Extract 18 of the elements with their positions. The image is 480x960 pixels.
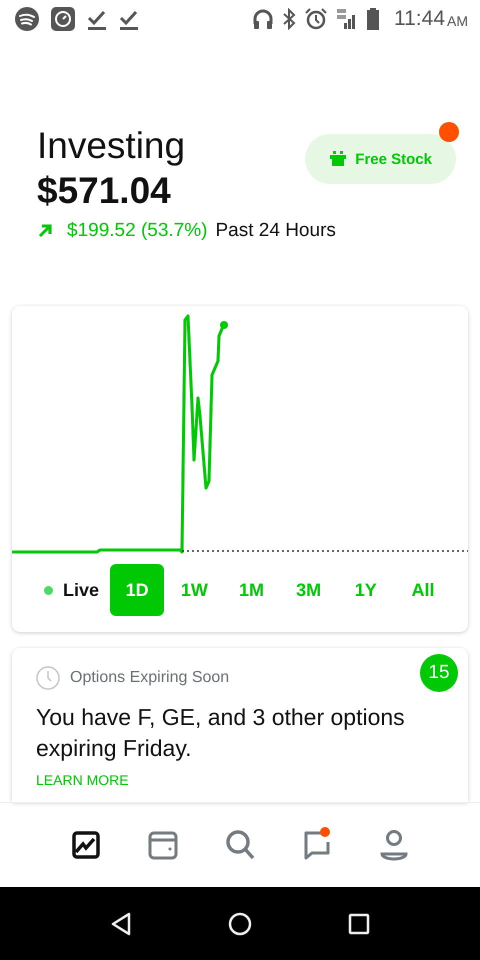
range-tab[interactable]: All <box>396 564 450 616</box>
range-tab[interactable]: 1D <box>110 564 164 616</box>
range-tab[interactable]: 3M <box>282 564 336 616</box>
range-tab[interactable]: 1M <box>224 564 278 616</box>
page-title: Investing <box>37 124 186 168</box>
portfolio-value: $571.04 <box>37 169 172 213</box>
options-message: You have F, GE, and 3 other options expiring Friday. <box>36 703 406 763</box>
change-period: Past 24 Hours <box>216 220 336 242</box>
card-title: Options Expiring Soon <box>70 669 230 687</box>
learn-more-link[interactable]: LEARN MORE <box>36 772 444 788</box>
count-badge: 15 <box>420 654 458 692</box>
status-ampm: AM <box>447 13 468 29</box>
change-amount: $199.52 (53.7%) <box>67 220 208 242</box>
live-label: Live <box>63 580 100 600</box>
range-tab[interactable]: 1W <box>167 564 222 616</box>
free-stock-button[interactable]: Free Stock <box>305 134 456 184</box>
status-time: 11:44 <box>394 7 445 31</box>
range-tab[interactable]: 1Y <box>338 564 393 616</box>
